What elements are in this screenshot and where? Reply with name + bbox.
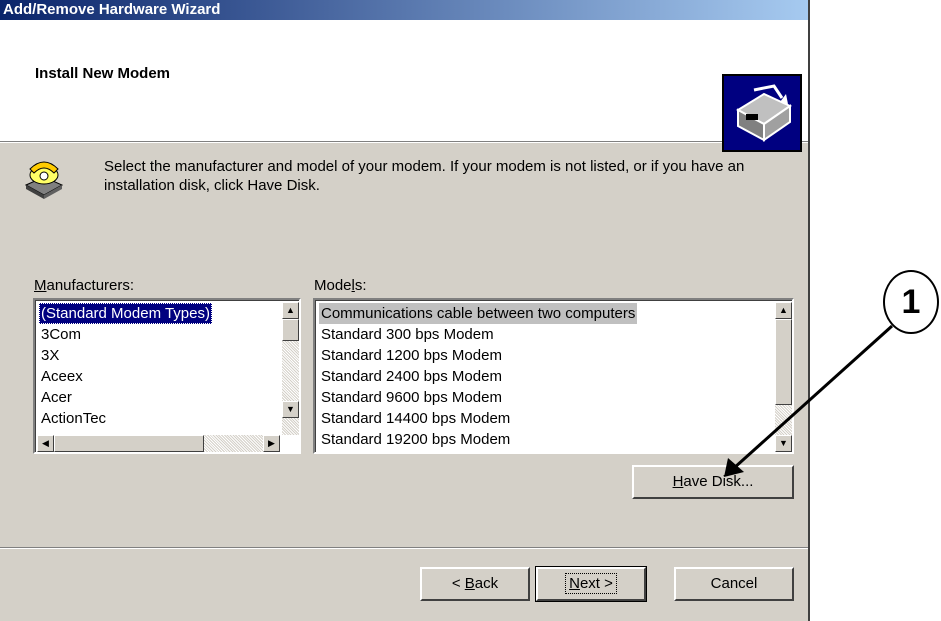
list-item[interactable]: Standard 14400 bps Modem xyxy=(319,408,637,429)
title-bar[interactable]: Add/Remove Hardware Wizard xyxy=(0,0,808,20)
instruction-text: Select the manufacturer and model of you… xyxy=(104,158,745,194)
scroll-down-arrow-icon[interactable]: ▼ xyxy=(282,401,299,418)
list-item[interactable]: (Standard Modem Types) xyxy=(39,303,212,324)
manufacturers-label: Manufacturers: xyxy=(34,277,134,294)
manufacturers-vertical-scrollbar[interactable]: ▲ ▼ xyxy=(282,302,299,435)
manufacturers-listbox[interactable]: (Standard Modem Types) 3Com 3X Aceex Acer Act… xyxy=(33,298,301,454)
wizard-window: Add/Remove Hardware Wizard Install New M… xyxy=(0,0,810,621)
hardware-wizard-icon xyxy=(722,74,802,152)
wizard-header: Install New Modem xyxy=(0,20,808,152)
models-label: Models: xyxy=(314,277,367,294)
list-item[interactable]: Standard 300 bps Modem xyxy=(319,324,637,345)
telephone-modem-icon xyxy=(22,155,64,199)
scroll-thumb[interactable] xyxy=(54,435,204,452)
next-button[interactable]: Next > xyxy=(535,566,647,602)
manufacturers-horizontal-scrollbar[interactable]: ◀ ▶ xyxy=(37,435,280,452)
scroll-down-arrow-icon[interactable]: ▼ xyxy=(775,435,792,452)
next-button-focus: Next > xyxy=(565,573,617,594)
callout-marker: 1 xyxy=(883,270,939,334)
list-item[interactable]: Acer xyxy=(39,387,212,408)
list-item[interactable]: 3Com xyxy=(39,324,212,345)
scroll-thumb[interactable] xyxy=(282,319,299,341)
models-list: Communications cable between two compute… xyxy=(319,303,638,450)
scroll-up-arrow-icon[interactable]: ▲ xyxy=(282,302,299,319)
list-item[interactable]: Standard 2400 bps Modem xyxy=(319,366,637,387)
models-label-pre: Mode xyxy=(314,277,352,294)
manufacturers-label-text: anufacturers: xyxy=(46,277,135,294)
scroll-left-arrow-icon[interactable]: ◀ xyxy=(37,435,54,452)
have-disk-button[interactable]: Have Disk... xyxy=(632,465,794,499)
list-item[interactable]: Standard 9600 bps Modem xyxy=(319,387,637,408)
page-title: Install New Modem xyxy=(35,65,171,82)
window-title: Add/Remove Hardware Wizard xyxy=(3,1,221,18)
list-item[interactable]: 3X xyxy=(39,345,212,366)
manufacturers-label-accel: M xyxy=(34,277,47,294)
list-item[interactable]: Standard 1200 bps Modem xyxy=(319,345,637,366)
scroll-right-arrow-icon[interactable]: ▶ xyxy=(263,435,280,452)
list-item[interactable]: ActionTec xyxy=(39,408,212,429)
list-item[interactable]: Aceex xyxy=(39,366,212,387)
models-vertical-scrollbar[interactable]: ▲ ▼ xyxy=(775,302,792,452)
list-item[interactable]: Standard 19200 bps Modem xyxy=(319,429,637,450)
scroll-up-arrow-icon[interactable]: ▲ xyxy=(775,302,792,319)
footer-divider xyxy=(0,547,808,549)
scroll-thumb[interactable] xyxy=(775,319,792,405)
list-item[interactable]: Communications cable between two compute… xyxy=(319,303,638,324)
cancel-button[interactable]: Cancel xyxy=(674,567,794,601)
manufacturers-list: (Standard Modem Types) 3Com 3X Aceex Acer Act… xyxy=(39,303,212,429)
back-button[interactable]: < Back xyxy=(420,567,530,601)
models-label-post: s: xyxy=(354,277,367,294)
models-listbox[interactable]: Communications cable between two compute… xyxy=(313,298,794,454)
